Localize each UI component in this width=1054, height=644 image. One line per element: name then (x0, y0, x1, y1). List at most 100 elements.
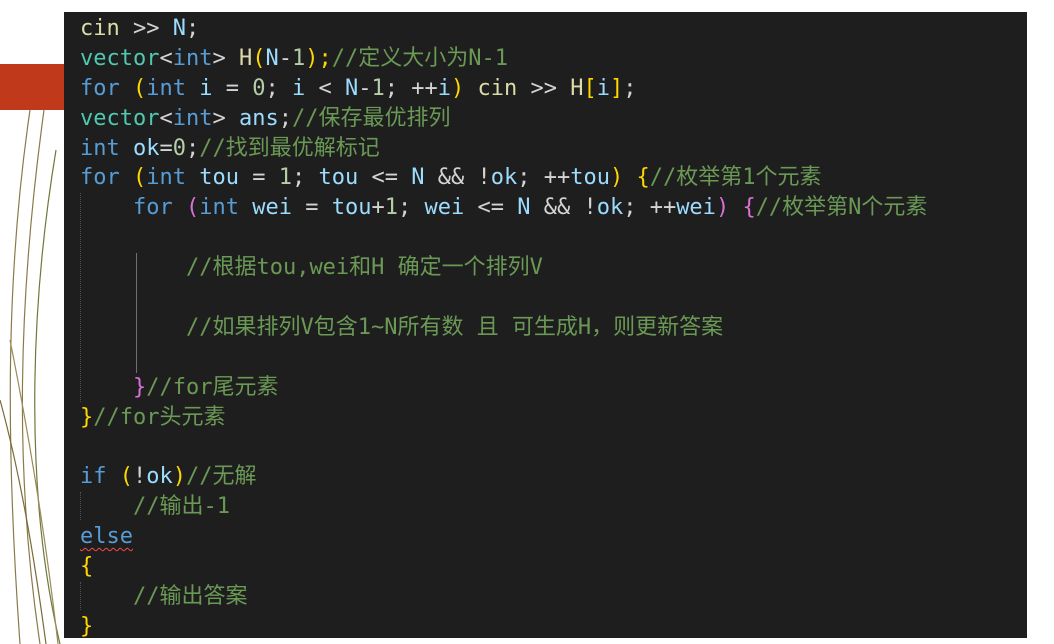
token-operator: && ! (424, 165, 491, 191)
code-line-4: vector<int> ans;//保存最优排列 (80, 104, 927, 134)
token-operator: >> (517, 75, 571, 101)
token-identifier: H (570, 75, 584, 101)
code-line-18: else (80, 522, 927, 552)
token-comment: //保存最优排列 (291, 105, 451, 131)
token-operator: <= (464, 195, 518, 221)
token-type: vector (80, 105, 160, 131)
token-number: 1 (291, 45, 306, 71)
token-punctuation: ; (265, 75, 292, 101)
token-comment: //枚举第N个元素 (755, 195, 928, 221)
token-keyword: int (172, 45, 213, 71)
slide-accent-bar (0, 64, 66, 110)
token-variable: ok (490, 165, 518, 191)
token-operator: ; ++ (384, 75, 438, 101)
token-comment: //枚举第1个元素 (649, 165, 822, 191)
token-comment: //根据tou,wei和H 确定一个排列V (185, 255, 543, 281)
token-variable: tou (318, 165, 359, 191)
token-keyword: int (199, 195, 239, 221)
token-bracket: { (636, 165, 650, 191)
token-punctuation: ; (186, 135, 200, 161)
token-operator: ! (133, 464, 147, 490)
token-operator: = (212, 75, 253, 101)
token-keyword: for (80, 165, 120, 191)
code-line-19: { (80, 552, 927, 582)
token-variable: N (411, 165, 425, 191)
token-operator: - (278, 45, 292, 71)
token-comment: //找到最优解标记 (199, 135, 380, 161)
code-line-2: vector<int> H(N-1);//定义大小为N-1 (80, 44, 927, 74)
token-operator: < (159, 45, 173, 71)
token-variable: wei (676, 195, 716, 221)
token-variable: ok (146, 464, 173, 490)
token-variable: tou (199, 165, 239, 191)
token-operator: = (291, 195, 332, 221)
code-block[interactable]: cin >> N; vector<int> H(N-1);//定义大小为N-1 … (80, 14, 927, 638)
token-bracket: ) (172, 464, 186, 490)
token-punctuation: ; (185, 16, 200, 41)
code-line-9: //根据tou,wei和H 确定一个排列V (80, 253, 927, 283)
token-bracket: ( (252, 45, 266, 71)
token-keyword: for (132, 195, 173, 221)
token-bracket: ) (450, 75, 465, 101)
token-number: 1 (371, 75, 385, 101)
token-comment: //无解 (186, 464, 257, 490)
token-variable: ok (133, 135, 160, 161)
code-line-13: }//for尾元素 (80, 373, 927, 403)
token-comment: //如果排列V包含1~N所有数 且 可生成H，则更新答案 (185, 314, 724, 340)
token-number: 0 (252, 75, 266, 101)
token-operator: - (358, 75, 372, 101)
token-variable: tou (331, 195, 372, 221)
token-keyword: int (172, 105, 213, 131)
token-number: 0 (172, 135, 186, 161)
token-bracket: ( (133, 75, 147, 101)
token-variable: i (596, 75, 610, 101)
code-line-3: for (int i = 0; i < N-1; ++i) cin >> H[i… (80, 74, 927, 104)
token-number: 1 (278, 165, 292, 191)
token-punctuation: ; (623, 75, 637, 101)
token-variable: ans (238, 105, 279, 131)
token-variable: N (172, 16, 186, 41)
code-line-1: cin >> N; (80, 14, 927, 44)
token-identifier: H (238, 45, 253, 71)
token-variable: wei (424, 195, 465, 221)
token-operator: > (212, 105, 239, 131)
token-comment: //for头元素 (93, 404, 226, 430)
token-punctuation: ; (292, 165, 319, 191)
token-identifier: cin (477, 75, 518, 101)
token-comment: //输出答案 (132, 583, 248, 609)
token-operator: ; ++ (623, 195, 677, 221)
token-variable: i (292, 75, 306, 101)
token-operator: < (159, 105, 173, 131)
code-line-20: //输出答案 (80, 582, 927, 612)
code-line-6: for (int tou = 1; tou <= N && !ok; ++tou… (80, 163, 927, 193)
token-operator: >> (119, 16, 173, 41)
token-variable: N (517, 195, 531, 221)
token-operator: <= (358, 165, 412, 191)
code-line-11: //如果排列V包含1~N所有数 且 可生成H，则更新答案 (80, 313, 927, 343)
token-bracket: ); (305, 45, 332, 71)
token-bracket: ( (133, 165, 147, 191)
code-line-16: if (!ok)//无解 (80, 462, 927, 492)
token-keyword-error: else (80, 524, 133, 550)
token-keyword: for (80, 75, 120, 101)
code-editor[interactable]: cin >> N; vector<int> H(N-1);//定义大小为N-1 … (64, 12, 1027, 638)
token-keyword: if (80, 464, 107, 490)
code-line-7: for (int wei = tou+1; wei <= N && !ok; +… (80, 193, 927, 223)
token-operator: > (212, 45, 239, 71)
token-identifier: cin (80, 16, 120, 41)
token-type: vector (80, 45, 160, 71)
token-bracket: ( (185, 195, 200, 221)
